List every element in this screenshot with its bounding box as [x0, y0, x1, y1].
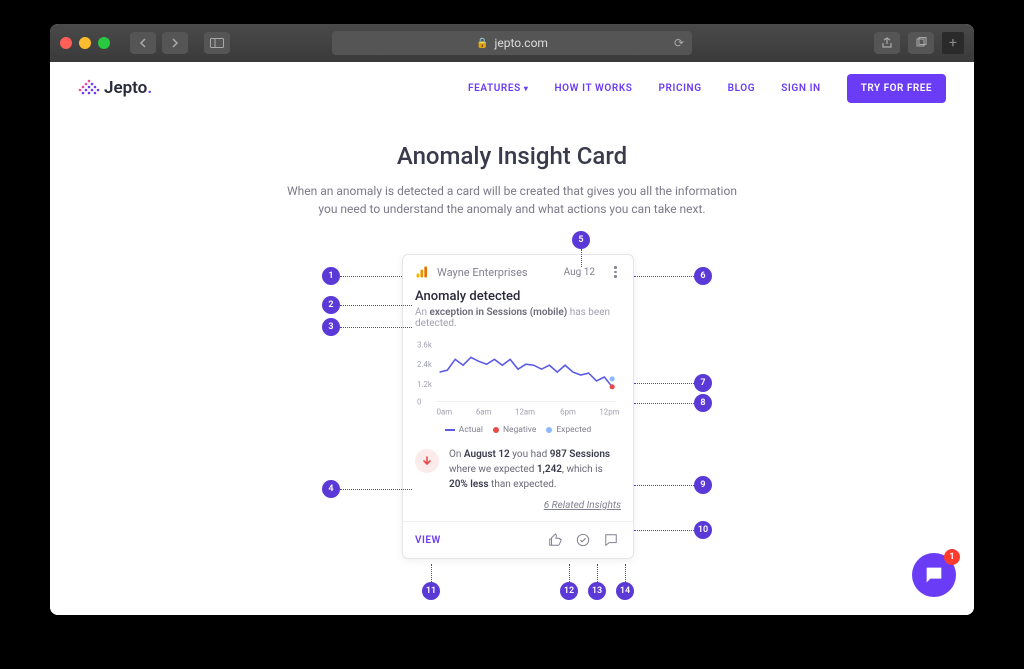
negative-point: [610, 384, 615, 389]
site-header: Jepto. FEATURES▾ HOW IT WORKS PRICING BL…: [50, 62, 974, 114]
legend-expected: Expected: [546, 425, 591, 435]
svg-text:0am: 0am: [437, 407, 453, 416]
logo-text: Jepto.: [104, 78, 152, 98]
expected-point: [610, 376, 615, 381]
callout-11: 11: [422, 564, 440, 600]
titlebar-right: +: [874, 32, 964, 54]
browser-window: 🔒 jepto.com ⟳ +: [50, 24, 974, 615]
diagram: Wayne Enterprises Aug 12 Anomaly detecte…: [232, 246, 792, 606]
logo[interactable]: Jepto.: [78, 78, 152, 98]
nav-cta-button[interactable]: TRY FOR FREE: [847, 74, 946, 103]
chart: 3.6k 2.4k 1.2k 0 0am 6a: [403, 329, 633, 443]
card-header: Wayne Enterprises Aug 12: [403, 255, 633, 285]
callout-4: 4: [322, 480, 412, 498]
traffic-lights: [60, 37, 110, 49]
card-summary: On August 12 you had 987 Sessions where …: [403, 443, 633, 500]
chat-icon: [923, 564, 945, 586]
chevron-down-icon: ▾: [524, 84, 529, 93]
svg-text:12am: 12am: [515, 407, 535, 416]
more-icon[interactable]: [609, 266, 621, 278]
callout-3: 3: [322, 318, 412, 336]
nav-signin[interactable]: SIGN IN: [781, 83, 821, 94]
callout-12: 12: [560, 564, 578, 600]
new-tab-button[interactable]: +: [942, 32, 964, 54]
maximize-window[interactable]: [98, 37, 110, 49]
svg-text:1.2k: 1.2k: [417, 380, 432, 389]
trend-down-icon: [415, 449, 439, 473]
lock-icon: 🔒: [476, 38, 488, 49]
related-insights-link[interactable]: 6 Related Insights: [403, 500, 633, 521]
analytics-icon: [415, 265, 429, 279]
svg-text:12pm: 12pm: [599, 407, 619, 416]
page-content: Jepto. FEATURES▾ HOW IT WORKS PRICING BL…: [50, 62, 974, 615]
hero: Anomaly Insight Card When an anomaly is …: [50, 114, 974, 218]
card-title: Anomaly detected: [403, 285, 633, 304]
nav-features[interactable]: FEATURES▾: [468, 83, 528, 94]
address-bar[interactable]: 🔒 jepto.com ⟳: [332, 31, 692, 55]
nav-blog[interactable]: BLOG: [728, 83, 756, 94]
chat-badge: 1: [944, 549, 960, 565]
legend-actual: Actual: [445, 425, 483, 435]
svg-text:6pm: 6pm: [560, 407, 576, 416]
nav-pricing[interactable]: PRICING: [659, 83, 702, 94]
sidebar-toggle[interactable]: [204, 32, 230, 54]
nav-buttons: [130, 32, 230, 54]
callout-7: 7: [634, 374, 712, 392]
minimize-window[interactable]: [79, 37, 91, 49]
line-chart: 3.6k 2.4k 1.2k 0 0am 6a: [415, 337, 621, 417]
share-button[interactable]: [874, 32, 900, 54]
svg-text:0: 0: [417, 397, 421, 406]
legend-negative: Negative: [493, 425, 536, 435]
callout-1: 1: [322, 267, 402, 285]
svg-text:2.4k: 2.4k: [417, 360, 432, 369]
svg-text:6am: 6am: [476, 407, 492, 416]
close-window[interactable]: [60, 37, 72, 49]
callout-8: 8: [634, 394, 712, 412]
back-button[interactable]: [130, 32, 156, 54]
callout-14: 14: [616, 564, 634, 600]
card-footer: VIEW: [403, 521, 633, 558]
nav-how-it-works[interactable]: HOW IT WORKS: [554, 83, 632, 94]
summary-text: On August 12 you had 987 Sessions where …: [449, 447, 621, 492]
page-subtitle: When an anomaly is detected a card will …: [282, 182, 742, 218]
callout-6: 6: [634, 267, 712, 285]
browser-titlebar: 🔒 jepto.com ⟳ +: [50, 24, 974, 62]
callout-13: 13: [588, 564, 606, 600]
insight-card: Wayne Enterprises Aug 12 Anomaly detecte…: [402, 254, 634, 559]
callout-5: 5: [572, 231, 590, 267]
footer-icons: [545, 530, 621, 550]
view-button[interactable]: VIEW: [415, 535, 441, 546]
thumbs-up-icon[interactable]: [545, 530, 565, 550]
reload-icon[interactable]: ⟳: [674, 36, 684, 50]
forward-button[interactable]: [162, 32, 188, 54]
logo-icon: [78, 79, 100, 97]
account-name: Wayne Enterprises: [437, 266, 556, 279]
callout-10: 10: [634, 521, 712, 539]
tabs-button[interactable]: [908, 32, 934, 54]
chat-widget[interactable]: 1: [912, 553, 956, 597]
card-subtitle: An exception in Sessions (mobile) has be…: [403, 304, 633, 329]
callout-9: 9: [634, 476, 712, 494]
check-circle-icon[interactable]: [573, 530, 593, 550]
page-title: Anomaly Insight Card: [50, 142, 974, 170]
comment-icon[interactable]: [601, 530, 621, 550]
svg-text:3.6k: 3.6k: [417, 341, 432, 350]
callout-2: 2: [322, 296, 412, 314]
chart-legend: Actual Negative Expected: [415, 421, 621, 443]
url-text: jepto.com: [495, 36, 548, 50]
main-nav: FEATURES▾ HOW IT WORKS PRICING BLOG SIGN…: [468, 74, 946, 103]
card-date: Aug 12: [564, 267, 595, 278]
